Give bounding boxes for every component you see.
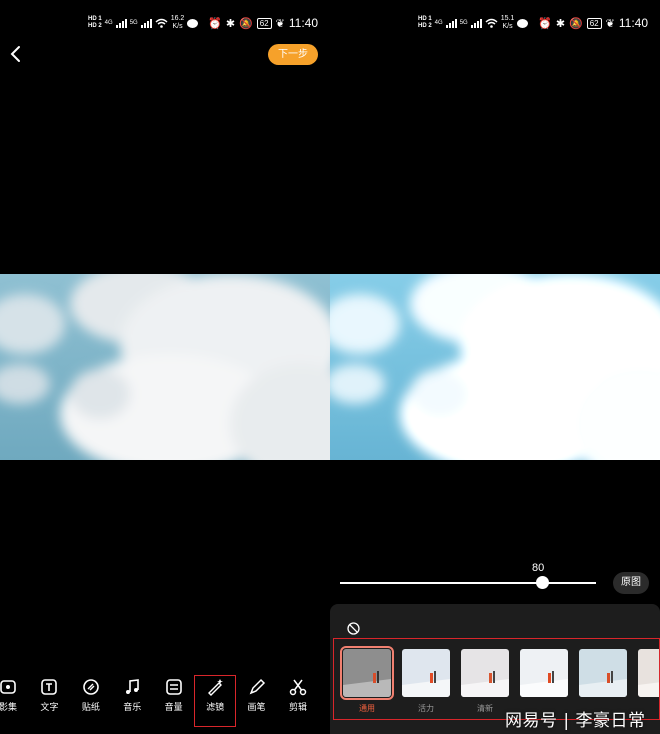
filter-item[interactable]: 通用 xyxy=(340,646,394,714)
filter-thumbnail xyxy=(638,649,659,697)
signal-icon xyxy=(445,18,457,28)
original-image-button[interactable]: 原图 xyxy=(613,572,649,594)
slider-track[interactable] xyxy=(340,582,596,584)
alarm-icon: ⏰ xyxy=(538,17,552,30)
clock: 11:40 xyxy=(288,16,318,30)
filter-item[interactable] xyxy=(579,649,627,703)
bluetooth-icon: ✱ xyxy=(555,17,566,30)
signal-icon xyxy=(140,18,152,28)
status-bar: HD 1 HD 2 4G 5G 15.1 K/s ⏰ ✱ 🔕 62 ❦ 11:4… xyxy=(418,12,648,34)
leaf-icon: ❦ xyxy=(605,17,615,30)
hd-indicator: HD 1 HD 2 xyxy=(88,16,102,29)
clock: 11:40 xyxy=(618,16,648,30)
sticker-icon xyxy=(83,679,99,695)
tool-music[interactable]: 音乐 xyxy=(114,678,150,724)
network-type: 5G xyxy=(129,20,138,26)
tool-text[interactable]: 文字 xyxy=(31,678,67,724)
filter-item[interactable] xyxy=(638,649,659,703)
next-step-button[interactable]: 下一步 xyxy=(268,44,318,65)
back-arrow-icon[interactable] xyxy=(8,44,24,64)
slider-knob[interactable] xyxy=(536,576,549,589)
filter-thumbnail xyxy=(340,646,394,700)
filter-item[interactable]: 清新 xyxy=(461,649,509,714)
right-screen: HD 1 HD 2 4G 5G 15.1 K/s ⏰ ✱ 🔕 62 ❦ 11:4… xyxy=(330,0,660,734)
wifi-icon xyxy=(155,18,168,28)
preview-photo xyxy=(0,274,330,460)
message-icon xyxy=(517,18,529,28)
filter-thumbnail xyxy=(579,649,627,697)
network-type: 5G xyxy=(459,20,468,26)
network-type: 4G xyxy=(104,20,113,26)
filter-item[interactable] xyxy=(520,649,568,703)
watermark: 网易号 | 李豪日常 xyxy=(505,711,646,731)
edit-toolbar: 影集 文字 贴纸 音乐 音量 滤镜 画笔 剪辑 xyxy=(0,675,330,727)
filter-icon xyxy=(208,679,224,696)
battery-icon: 62 xyxy=(256,17,272,29)
tool-album[interactable]: 影集 xyxy=(0,678,26,724)
intensity-slider[interactable]: 80 xyxy=(340,562,600,592)
mute-icon: 🔕 xyxy=(239,17,253,30)
network-type: 4G xyxy=(434,20,443,26)
volume-icon xyxy=(165,679,182,695)
tool-volume[interactable]: 音量 xyxy=(156,678,192,724)
tool-cut[interactable]: 剪辑 xyxy=(280,678,316,724)
text-icon xyxy=(41,679,58,695)
left-screen: HD 1 HD 2 4G 5G 16.2 K/s ⏰ ✱ 🔕 62 ❦ 11:4… xyxy=(0,0,330,734)
scissors-icon xyxy=(289,679,307,696)
mute-icon: 🔕 xyxy=(569,17,583,30)
tool-sticker[interactable]: 贴纸 xyxy=(73,678,109,724)
message-icon xyxy=(187,18,199,28)
tool-brush[interactable]: 画笔 xyxy=(239,678,275,724)
bluetooth-icon: ✱ xyxy=(225,17,236,30)
preview-photo-filtered xyxy=(330,274,660,460)
tool-filter[interactable]: 滤镜 xyxy=(194,675,237,727)
album-icon xyxy=(0,680,16,694)
status-bar: HD 1 HD 2 4G 5G 16.2 K/s ⏰ ✱ 🔕 62 ❦ 11:4… xyxy=(88,12,318,34)
intensity-value: 80 xyxy=(532,562,545,574)
signal-icon xyxy=(115,18,127,28)
brush-icon xyxy=(249,678,265,695)
net-speed: 15.1 K/s xyxy=(500,15,515,30)
hd-indicator: HD 1 HD 2 xyxy=(418,16,432,29)
alarm-icon: ⏰ xyxy=(208,17,222,30)
filter-thumbnail xyxy=(402,649,450,697)
net-speed: 16.2 K/s xyxy=(170,15,185,30)
signal-icon xyxy=(470,18,482,28)
leaf-icon: ❦ xyxy=(275,17,285,30)
filter-thumbnail xyxy=(461,649,509,697)
music-icon xyxy=(126,679,140,694)
filter-item[interactable]: 活力 xyxy=(402,649,450,714)
no-filter-icon[interactable] xyxy=(347,622,360,635)
filter-thumbnail xyxy=(520,649,568,697)
battery-icon: 62 xyxy=(586,17,602,29)
wifi-icon xyxy=(485,18,498,28)
